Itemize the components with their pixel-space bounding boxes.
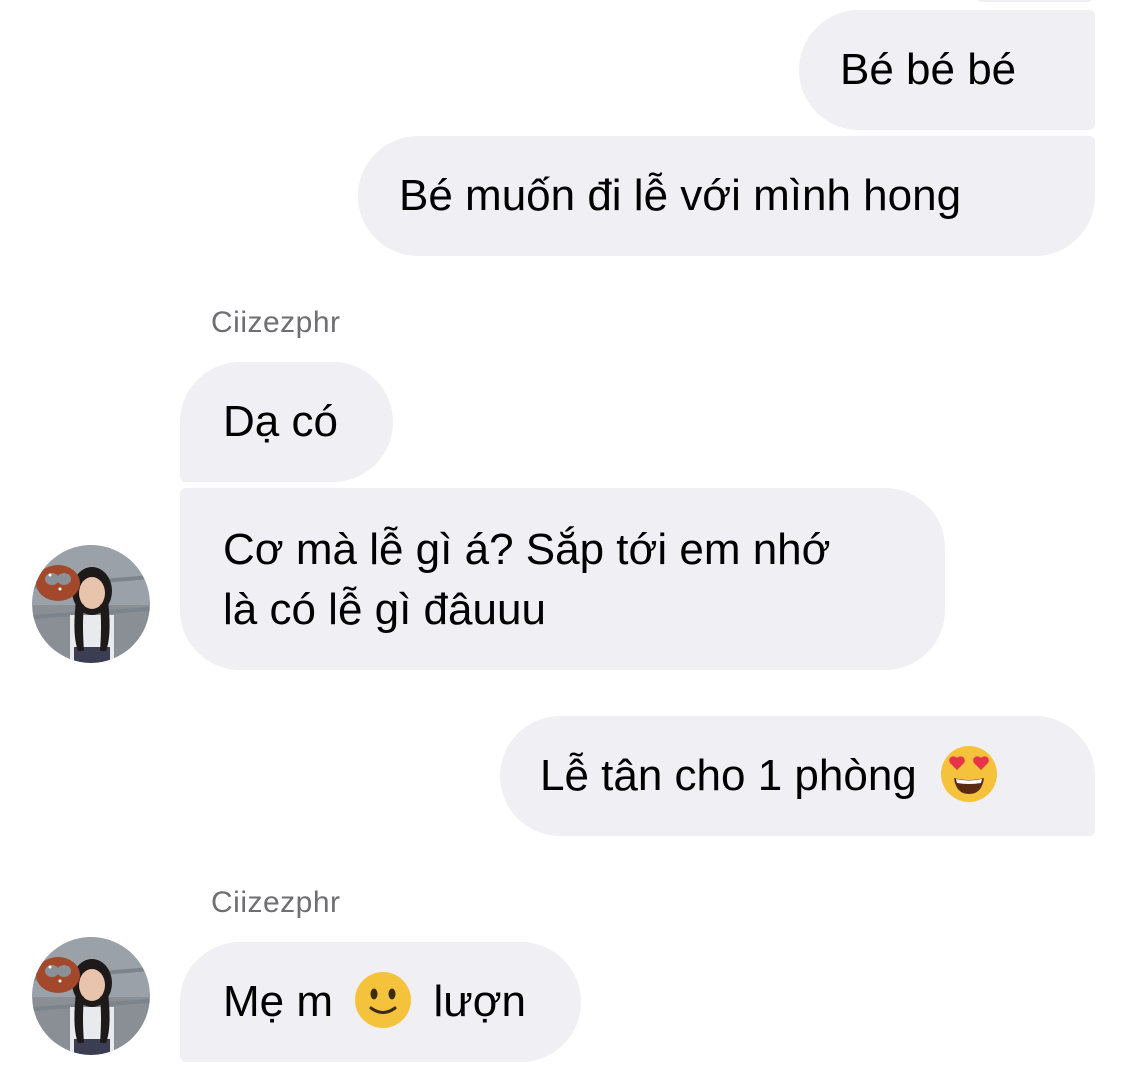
message-text-line: Cơ mà lễ gì á? Sắp tới em nhớ — [223, 525, 831, 574]
contact-avatar[interactable] — [32, 545, 150, 663]
message-text: Bé bé bé — [840, 45, 1017, 94]
contact-avatar[interactable] — [32, 937, 150, 1055]
outgoing-message-bubble[interactable]: Lễ tân cho 1 phòng — [500, 716, 1095, 836]
message-text: lượn — [433, 977, 527, 1026]
outgoing-message-bubble[interactable]: Bé bé bé — [799, 10, 1095, 130]
outgoing-message-bubble[interactable]: Bé muốn đi lễ với mình hong — [358, 136, 1095, 256]
slightly-smiling-emoji-icon — [353, 970, 413, 1030]
incoming-message-bubble[interactable]: Mẹ m lượn — [180, 942, 581, 1062]
message-text: Lễ tân cho 1 phòng — [540, 751, 917, 800]
incoming-message-bubble[interactable]: Dạ có — [180, 362, 393, 482]
message-text-line: là có lễ gì đâuuu — [223, 585, 546, 634]
sender-name: Ciizezphr — [211, 886, 341, 919]
previous-message-bubble-edge — [975, 0, 1095, 2]
heart-eyes-emoji-icon — [939, 744, 999, 804]
message-text: Dạ có — [223, 397, 338, 446]
message-text: Mẹ m — [223, 977, 333, 1026]
incoming-message-bubble[interactable]: Cơ mà lễ gì á? Sắp tới em nhớ là có lễ g… — [180, 488, 945, 670]
message-text: Bé muốn đi lễ với mình hong — [399, 171, 962, 220]
sender-name: Ciizezphr — [211, 306, 341, 339]
